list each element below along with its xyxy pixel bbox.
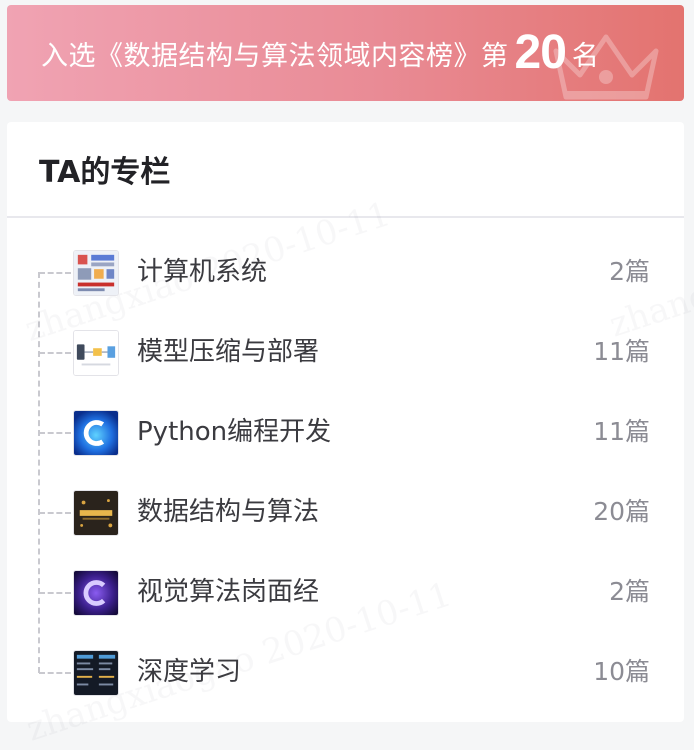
columns-card: TA的专栏 zhangxiao 2020-10-11 zhang 20 zhan… xyxy=(7,122,694,750)
column-name: Python编程开发 xyxy=(137,417,332,447)
column-count: 2篇 xyxy=(609,257,650,286)
rank-text: 入选《数据结构与算法领域内容榜》第 20 名 xyxy=(41,5,599,101)
column-name: 视觉算法岗面经 xyxy=(137,577,320,607)
column-count: 11篇 xyxy=(593,417,650,446)
column-item[interactable]: 模型压缩与部署 11篇 xyxy=(7,312,684,392)
column-count: 10篇 xyxy=(593,657,650,686)
tree-branch xyxy=(39,512,71,514)
column-item[interactable]: 数据结构与算法 20篇 xyxy=(7,472,684,552)
deep-learning-thumb xyxy=(73,650,119,696)
column-count: 2篇 xyxy=(609,577,650,606)
columns-header: TA的专栏 xyxy=(7,122,684,218)
columns-list: 计算机系统 2篇 模型压缩与部署 11篇 Python编程开发 11篇 数据结构… xyxy=(7,232,684,712)
column-name: 模型压缩与部署 xyxy=(137,337,320,367)
column-name: 计算机系统 xyxy=(137,257,268,287)
computer-system-thumb xyxy=(73,250,119,296)
tree-branch xyxy=(39,352,71,354)
rank-banner[interactable]: 入选《数据结构与算法领域内容榜》第 20 名 xyxy=(7,5,684,101)
algorithms-thumb xyxy=(73,490,119,536)
python-dev-thumb xyxy=(73,410,119,456)
columns-title: TA的专栏 xyxy=(39,155,171,190)
column-item[interactable]: 深度学习 10篇 xyxy=(7,632,684,712)
tree-branch xyxy=(39,432,71,434)
tree-branch xyxy=(39,592,71,594)
column-name: 深度学习 xyxy=(137,657,242,687)
column-item[interactable]: 视觉算法岗面经 2篇 xyxy=(7,552,684,632)
column-item[interactable]: Python编程开发 11篇 xyxy=(7,392,684,472)
rank-prefix: 入选《数据结构与算法领域内容榜》第 xyxy=(41,40,509,72)
crown-icon xyxy=(553,34,659,100)
model-compression-thumb xyxy=(73,330,119,376)
column-count: 11篇 xyxy=(593,337,650,366)
column-name: 数据结构与算法 xyxy=(137,497,320,527)
tree-branch xyxy=(39,672,71,674)
column-count: 20篇 xyxy=(593,497,650,526)
column-item[interactable]: 计算机系统 2篇 xyxy=(7,232,684,312)
tree-branch xyxy=(39,272,71,274)
vision-interview-thumb xyxy=(73,570,119,616)
